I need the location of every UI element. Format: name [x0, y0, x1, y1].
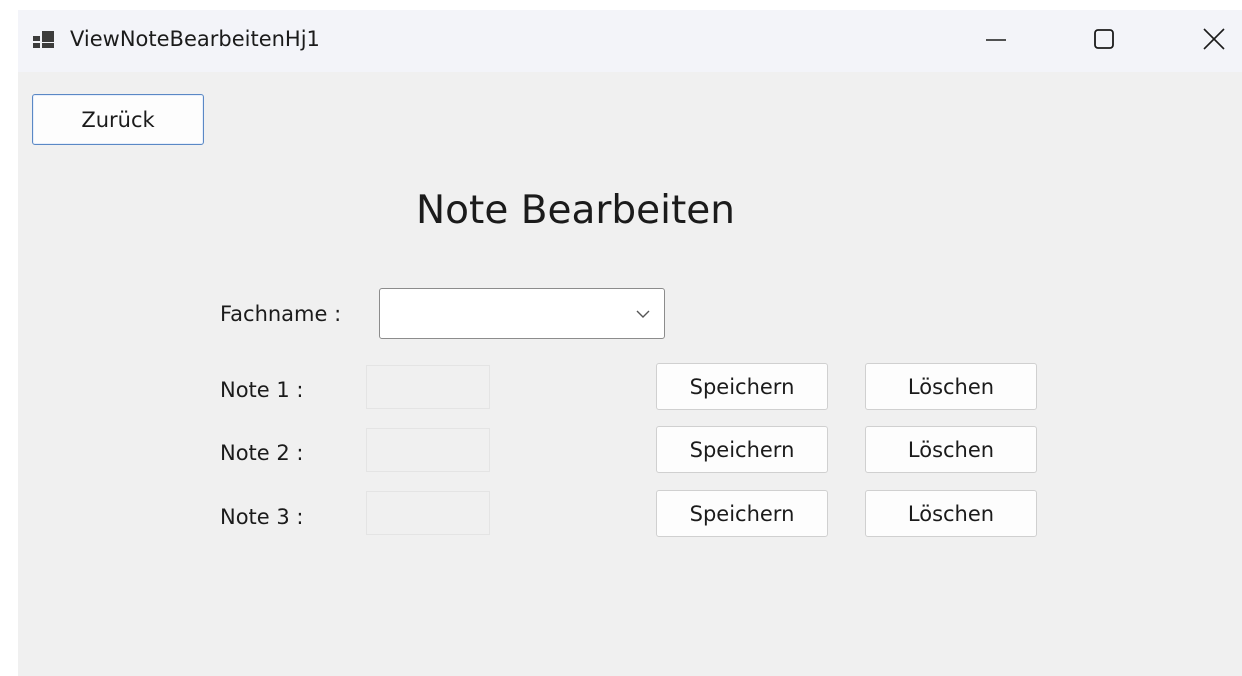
- note-1-label: Note 1 :: [220, 378, 304, 402]
- close-button[interactable]: [1186, 20, 1242, 62]
- maximize-icon: [1093, 28, 1115, 54]
- minimize-icon: [985, 28, 1007, 54]
- note-1-field[interactable]: [366, 365, 490, 409]
- maximize-button[interactable]: [1076, 20, 1132, 62]
- close-icon: [1203, 28, 1225, 54]
- chevron-down-icon: [634, 305, 652, 323]
- app-icon: [33, 30, 57, 50]
- window-title: ViewNoteBearbeitenHj1: [70, 27, 320, 51]
- delete-note-1-button[interactable]: Löschen: [865, 363, 1037, 410]
- subject-dropdown[interactable]: [379, 288, 665, 339]
- title-bar[interactable]: ViewNoteBearbeitenHj1: [18, 10, 1242, 72]
- subject-label: Fachname :: [220, 302, 342, 326]
- note-2-field[interactable]: [366, 428, 490, 472]
- note-2-label: Note 2 :: [220, 441, 304, 465]
- delete-note-2-button[interactable]: Löschen: [865, 426, 1037, 473]
- save-note-1-button[interactable]: Speichern: [656, 363, 828, 410]
- minimize-button[interactable]: [968, 20, 1024, 62]
- back-button[interactable]: Zurück: [32, 94, 204, 145]
- save-note-3-button[interactable]: Speichern: [656, 490, 828, 537]
- save-note-2-button[interactable]: Speichern: [656, 426, 828, 473]
- app-window: ViewNoteBearbeitenHj1 Zurück Note Bearbe…: [18, 10, 1242, 676]
- note-3-label: Note 3 :: [220, 505, 304, 529]
- delete-note-3-button[interactable]: Löschen: [865, 490, 1037, 537]
- page-title: Note Bearbeiten: [416, 188, 735, 233]
- note-3-field[interactable]: [366, 491, 490, 535]
